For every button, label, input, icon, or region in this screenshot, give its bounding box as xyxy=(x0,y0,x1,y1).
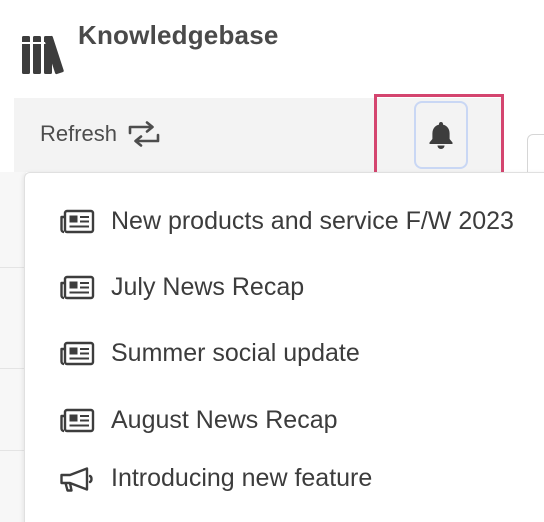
notifications-dropdown: New products and service F/W 2023 July N… xyxy=(24,172,544,522)
notification-title: July News Recap xyxy=(111,273,305,301)
notification-item[interactable]: New products and service F/W 2023 xyxy=(59,207,514,236)
newspaper-icon xyxy=(60,275,95,299)
notification-title: New products and service F/W 2023 xyxy=(111,207,514,235)
background-page-edge xyxy=(0,172,26,522)
app-title: Knowledgebase xyxy=(78,20,279,50)
notification-title: August News Recap xyxy=(111,406,338,434)
highlight-box xyxy=(374,94,504,182)
divider xyxy=(0,267,26,268)
notification-item[interactable]: August News Recap xyxy=(59,406,338,435)
newspaper-icon xyxy=(60,341,95,365)
notification-item[interactable]: July News Recap xyxy=(59,273,304,302)
books-icon xyxy=(22,35,64,75)
megaphone-icon xyxy=(60,466,93,492)
notification-title: Summer social update xyxy=(111,339,360,367)
repeat-icon xyxy=(128,121,160,147)
divider xyxy=(0,368,26,369)
page: Knowledgebase Refresh New products and s… xyxy=(0,0,544,522)
refresh-label: Refresh xyxy=(40,121,118,146)
newspaper-icon xyxy=(60,209,95,233)
notification-item[interactable]: Summer social update xyxy=(59,339,360,368)
divider xyxy=(0,450,26,451)
notification-item[interactable]: Introducing new feature xyxy=(59,464,372,493)
newspaper-icon xyxy=(60,408,95,432)
refresh-button[interactable]: Refresh xyxy=(40,117,161,151)
notification-title: Introducing new feature xyxy=(111,464,373,492)
